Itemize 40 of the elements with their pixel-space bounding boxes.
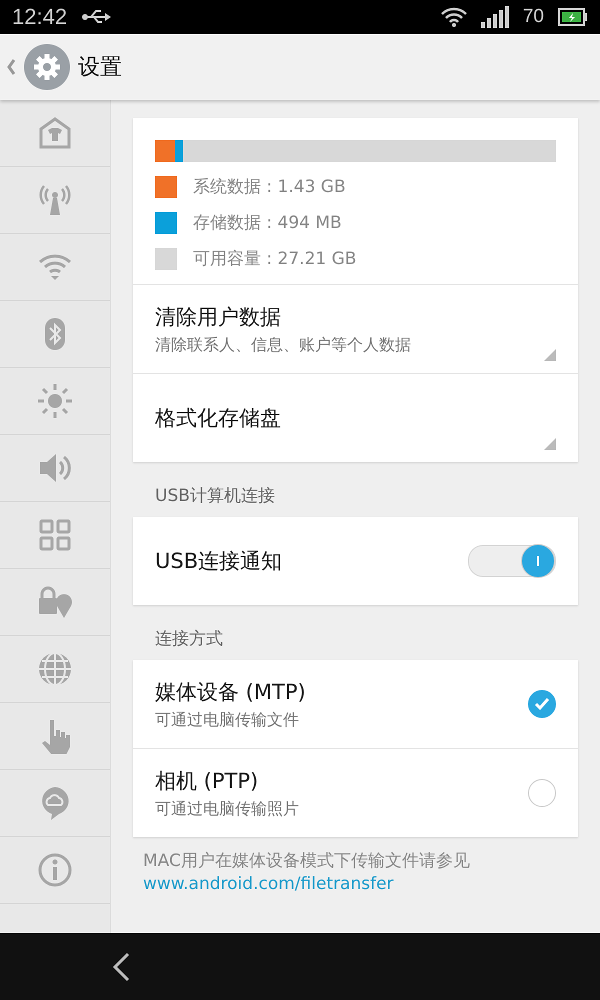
legend-label: 系统数据 : 1.43 GB bbox=[193, 176, 346, 198]
footer-text: MAC用户在媒体设备模式下传输文件请参见 bbox=[143, 850, 471, 872]
row-title: 格式化存储盘 bbox=[155, 405, 281, 432]
option-row[interactable]: 相机 (PTP) 可通过电脑传输照片 bbox=[133, 748, 578, 837]
settings-row[interactable]: 清除用户数据 清除联系人、信息、账户等个人数据 bbox=[133, 284, 578, 373]
checkmark-icon bbox=[534, 697, 550, 711]
row-title: 相机 (PTP) bbox=[155, 768, 258, 794]
house-shirt-icon bbox=[37, 115, 73, 151]
usb-icon bbox=[81, 9, 112, 25]
radio-check[interactable] bbox=[528, 779, 556, 807]
section-header: USB计算机连接 bbox=[154, 485, 276, 508]
row-subtitle: 可通过电脑传输照片 bbox=[155, 798, 299, 820]
settings-icon bbox=[24, 44, 70, 90]
signal-bars-icon bbox=[480, 6, 509, 28]
option-row[interactable]: 媒体设备 (MTP) 可通过电脑传输文件 bbox=[133, 660, 578, 748]
info-icon bbox=[37, 852, 73, 888]
row-title: 清除用户数据 bbox=[155, 304, 281, 330]
legend-label: 可用容量 : 27.21 GB bbox=[193, 248, 356, 270]
corner-triangle-icon bbox=[544, 349, 556, 361]
status-time: 12:42 bbox=[12, 4, 68, 30]
back-chevron-icon[interactable] bbox=[6, 56, 16, 78]
settings-row[interactable]: 格式化存储盘 bbox=[133, 373, 578, 462]
row-subtitle: 可通过电脑传输文件 bbox=[155, 710, 299, 730]
legend-label: 存储数据 : 494 MB bbox=[193, 212, 342, 234]
battery-level-text: 70 bbox=[522, 6, 544, 28]
toggle-switch[interactable] bbox=[468, 545, 556, 577]
row-subtitle: 清除联系人、信息、账户等个人数据 bbox=[155, 334, 411, 356]
corner-triangle-icon bbox=[544, 438, 556, 450]
section-header: 连接方式 bbox=[154, 628, 224, 651]
row-title: USB连接通知 bbox=[155, 548, 282, 575]
battery-charging-icon bbox=[558, 8, 588, 26]
back-icon[interactable] bbox=[110, 950, 132, 982]
header-title: 设置 bbox=[78, 54, 122, 82]
wifi-signal-icon bbox=[440, 6, 467, 28]
row-title: 媒体设备 (MTP) bbox=[155, 678, 306, 706]
lock-pin-icon bbox=[37, 584, 73, 620]
radio-check[interactable] bbox=[528, 690, 556, 718]
grid-icon bbox=[37, 517, 73, 553]
sun-icon bbox=[37, 383, 73, 419]
globe-icon bbox=[37, 651, 73, 687]
